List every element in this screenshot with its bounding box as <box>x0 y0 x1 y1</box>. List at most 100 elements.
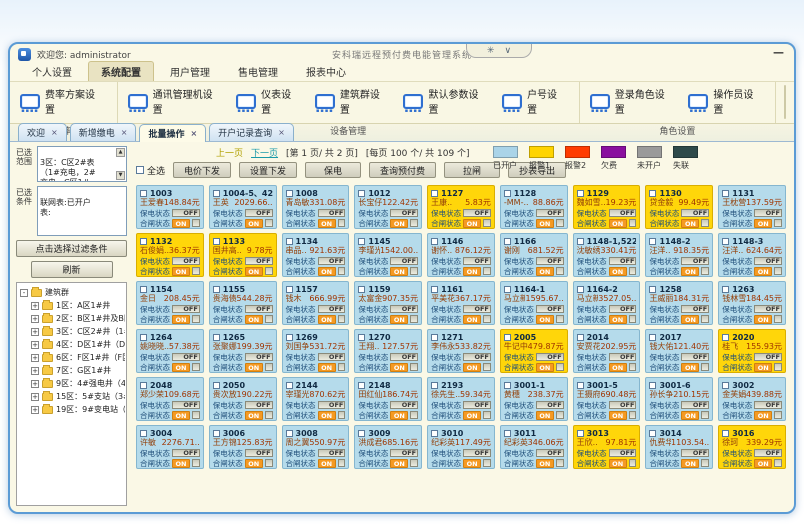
selected-condition-box[interactable]: 联网表:已开户 表: <box>37 186 127 236</box>
minimize-icon[interactable]: — <box>773 46 784 59</box>
meter-card[interactable]: 1263 钱林雪.. 184.45元 保电状态 OFF 合闸状态 ON <box>718 281 786 325</box>
meter-card[interactable]: 1003 王爱春 148.84元 保电状态 OFF 合闸状态 ON <box>136 185 204 229</box>
meter-card[interactable]: 1157 钱木 666.99元 保电状态 OFF 合闸状态 ON <box>282 281 350 325</box>
expand-node-icon[interactable] <box>31 367 39 375</box>
card-checkbox[interactable] <box>286 238 293 245</box>
expand-node-icon[interactable] <box>31 302 39 310</box>
card-checkbox[interactable] <box>577 286 584 293</box>
card-checkbox[interactable] <box>431 334 438 341</box>
meter-card[interactable]: 1127 王康.. 5.83元 保电状态 OFF 合闸状态 ON <box>427 185 495 229</box>
meter-card[interactable]: 3008 周之翼 550.97元 保电状态 OFF 合闸状态 ON <box>282 425 350 469</box>
tab-close-icon[interactable]: × <box>51 128 58 137</box>
card-checkbox[interactable] <box>358 286 365 293</box>
card-checkbox[interactable] <box>649 190 656 197</box>
card-checkbox[interactable] <box>286 286 293 293</box>
meter-card[interactable]: 2148 田红仙 186.74元 保电状态 OFF 合闸状态 ON <box>354 377 422 421</box>
refresh-button[interactable]: 刷新 <box>31 261 113 278</box>
selected-range-box[interactable]: 3区：C区2#表 （1#充电，2# 充电，C区1# ▲ ▼ <box>37 146 127 182</box>
card-checkbox[interactable] <box>431 430 438 437</box>
meter-card[interactable]: 1131 王枕营.. 137.59元 保电状态 OFF 合闸状态 ON <box>718 185 786 229</box>
meter-card[interactable]: 3014 仇费华 1103.54.. 保电状态 OFF 合闸状态 ON <box>645 425 713 469</box>
menu-item[interactable]: 售电管理 <box>226 62 290 81</box>
card-checkbox[interactable] <box>140 238 147 245</box>
card-checkbox[interactable] <box>431 190 438 197</box>
card-checkbox[interactable] <box>722 430 729 437</box>
meter-card[interactable]: 1148-1,522 沈敏绣 330.41元 保电状态 OFF 合闸状态 O <box>573 233 641 277</box>
next-page-link[interactable]: 下一页 <box>251 146 278 159</box>
meter-card[interactable]: 1264 姚晓晓.. 57.38元 保电状态 OFF 合闸状态 ON <box>136 329 204 373</box>
meter-card[interactable]: 3004 许敏 2276.71.. 保电状态 OFF 合闸状态 ON <box>136 425 204 469</box>
meter-card[interactable]: 1130 贷金毅 99.49元 保电状态 OFF 合闸状态 ON <box>645 185 713 229</box>
meter-card[interactable]: 1166 谢刚 681.52元 保电状态 OFF 合闸状态 ON <box>500 233 568 277</box>
tree-node[interactable]: 3区：C区2#井（1#宿… <box>20 325 125 338</box>
ribbon-button[interactable]: 费率方案设置 <box>14 84 113 124</box>
tree-node[interactable]: 6区：F区1#井（F区1#… <box>20 351 125 364</box>
card-checkbox[interactable] <box>649 286 656 293</box>
card-checkbox[interactable] <box>213 334 220 341</box>
card-checkbox[interactable] <box>722 286 729 293</box>
tree-root-node[interactable]: 建筑群 <box>20 286 125 299</box>
meter-card[interactable]: 3002 金芙娟 439.88元 保电状态 OFF 合闸状态 ON <box>718 377 786 421</box>
card-checkbox[interactable] <box>431 382 438 389</box>
meter-card[interactable]: 1008 青岛敏.. 331.08元 保电状态 OFF 合闸状态 ON <box>282 185 350 229</box>
ribbon-button[interactable]: 操作员设置 <box>682 84 771 124</box>
meter-card[interactable]: 3006 王方锦 125.83元 保电状态 OFF 合闸状态 ON <box>209 425 277 469</box>
action-button[interactable]: 保电 <box>305 162 361 178</box>
document-tab[interactable]: 新增缴电 × <box>70 123 137 141</box>
expand-node-icon[interactable] <box>31 406 39 414</box>
ribbon-button[interactable]: 建筑群设置 <box>309 84 398 124</box>
card-checkbox[interactable] <box>577 382 584 389</box>
meter-card[interactable]: 3001-5 王摄府 690.48元 保电状态 OFF 合闸状态 ON <box>573 377 641 421</box>
meter-card[interactable]: 1134 串品.. 921.63元 保电状态 OFF 合闸状态 ON <box>282 233 350 277</box>
expand-node-icon[interactable] <box>31 328 39 336</box>
document-tab[interactable]: 批量操作 × <box>139 124 206 142</box>
tree-node[interactable]: 2区：B区1#井及B区1#… <box>20 312 125 325</box>
ribbon-button[interactable]: 仪表设置 <box>230 84 309 124</box>
meter-card[interactable]: 1269 刘国争 531.72元 保电状态 OFF 合闸状态 ON <box>282 329 350 373</box>
card-checkbox[interactable] <box>722 382 729 389</box>
card-checkbox[interactable] <box>140 190 147 197</box>
expand-node-icon[interactable] <box>31 315 39 323</box>
meter-card[interactable]: 1148-3 汪洋.. 624.64元 保电状态 OFF 合闸状态 ON <box>718 233 786 277</box>
meter-card[interactable]: 1145 李瑾光.. 1542.00.. 保电状态 OFF 合闸状态 ON <box>354 233 422 277</box>
meter-card[interactable]: 1133 国井高.. 9.78元 保电状态 OFF 合闸状态 ON <box>209 233 277 277</box>
collapse-node-icon[interactable] <box>20 289 28 297</box>
meter-card[interactable]: 1004-5、42— 王英 2029.66.. 保电状态 OFF 合闸状态 <box>209 185 277 229</box>
scroll-down-icon[interactable]: ▼ <box>116 171 125 180</box>
menu-item[interactable]: 用户管理 <box>158 62 222 81</box>
meter-card[interactable]: 1154 金日 208.45元 保电状态 OFF 合闸状态 ON <box>136 281 204 325</box>
scroll-up-icon[interactable]: ▲ <box>116 148 125 157</box>
document-tab[interactable]: 开户记录查询 × <box>209 123 294 141</box>
meter-card[interactable]: 3009 洪成君 685.16元 保电状态 OFF 合闸状态 ON <box>354 425 422 469</box>
card-checkbox[interactable] <box>504 430 511 437</box>
card-checkbox[interactable] <box>213 430 220 437</box>
expand-node-icon[interactable] <box>31 393 39 401</box>
meter-card[interactable]: 3016 徐珂 339.29元 保电状态 OFF 合闸状态 ON <box>718 425 786 469</box>
meter-card[interactable]: 1159 太富金 907.35元 保电状态 OFF 合闸状态 ON <box>354 281 422 325</box>
meter-card[interactable]: 2048 郑少荣 109.68元 保电状态 OFF 合闸状态 ON <box>136 377 204 421</box>
card-checkbox[interactable] <box>504 190 511 197</box>
card-checkbox[interactable] <box>722 190 729 197</box>
card-checkbox[interactable] <box>358 238 365 245</box>
tab-close-icon[interactable]: × <box>121 128 128 137</box>
meter-card[interactable]: 1129 魏如雪.. 19.23元 保电状态 OFF 合闸状态 ON <box>573 185 641 229</box>
meter-card[interactable]: 2020 桂飞 155.93元 保电状态 OFF 合闸状态 ON <box>718 329 786 373</box>
meter-card[interactable]: 2193 徐先生.. 59.34元 保电状态 OFF 合闸状态 ON <box>427 377 495 421</box>
meter-card[interactable]: 3001-6 孙长争.. 210.15元 保电状态 OFF 合闸状态 ON <box>645 377 713 421</box>
card-checkbox[interactable] <box>140 286 147 293</box>
action-button[interactable]: 设置下发 <box>239 162 297 178</box>
card-checkbox[interactable] <box>649 382 656 389</box>
card-checkbox[interactable] <box>577 334 584 341</box>
meter-card[interactable]: 3001-1 黄穗 238.37元 保电状态 OFF 合闸状态 ON <box>500 377 568 421</box>
expand-node-icon[interactable] <box>31 354 39 362</box>
meter-card[interactable]: 3013 王欣.. 97.81元 保电状态 OFF 合闸状态 ON <box>573 425 641 469</box>
card-checkbox[interactable] <box>577 190 584 197</box>
card-checkbox[interactable] <box>504 238 511 245</box>
choose-filter-button[interactable]: 点击选择过滤条件 <box>16 240 127 257</box>
action-button[interactable]: 查询预付费 <box>369 162 436 178</box>
meter-card[interactable]: 1271 李伟永 533.82元 保电状态 OFF 合闸状态 ON <box>427 329 495 373</box>
tree-node[interactable]: 9区：4#强电井（4#强… <box>20 377 125 390</box>
tab-close-icon[interactable]: × <box>190 129 197 138</box>
tree-node[interactable]: 1区：A区1#井 <box>20 299 125 312</box>
tree-node[interactable]: 15区：5#支站（3#支… <box>20 390 125 403</box>
